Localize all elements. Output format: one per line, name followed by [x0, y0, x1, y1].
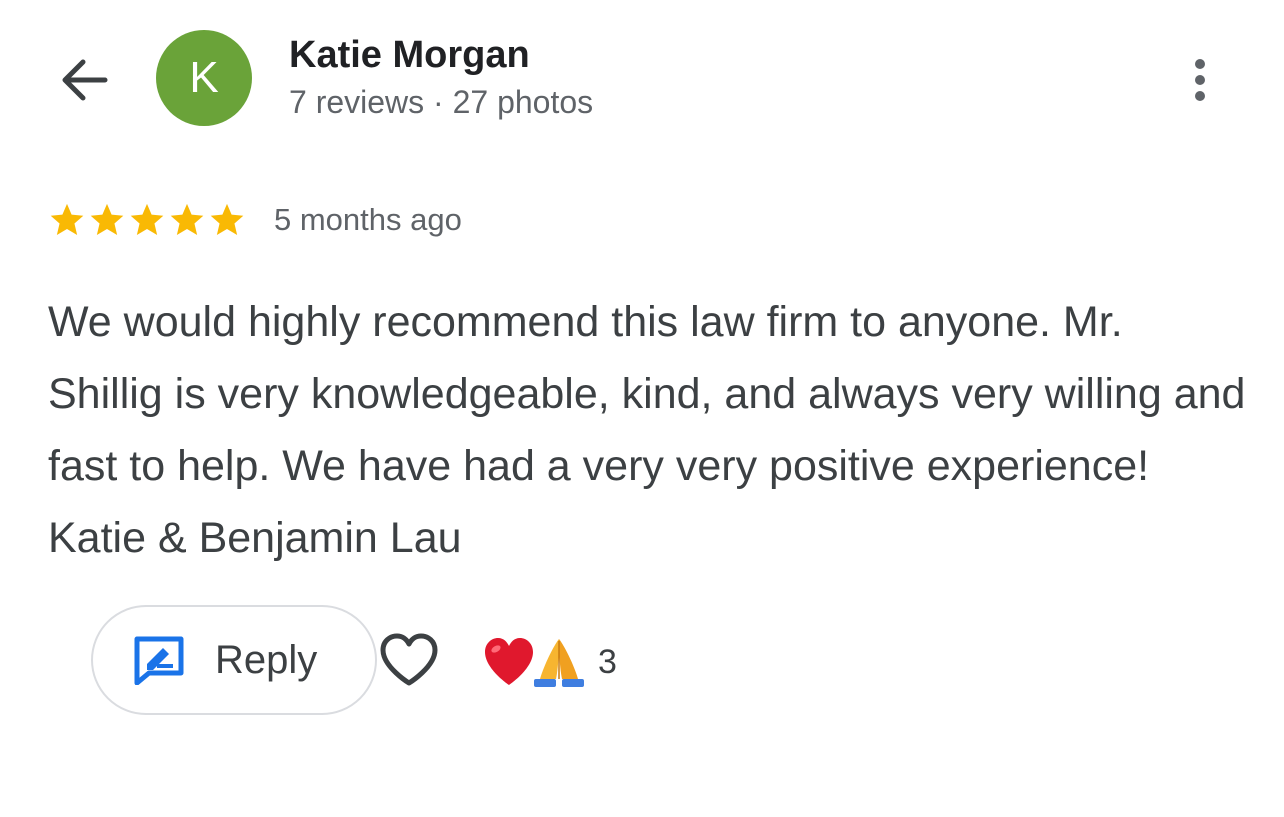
more-vert-icon-dot — [1195, 91, 1205, 101]
arrow-left-icon — [62, 59, 108, 101]
reply-edit-icon — [134, 636, 184, 685]
more-vert-icon-dot — [1195, 59, 1205, 69]
reply-label: Reply — [215, 637, 318, 682]
star-icon — [50, 203, 84, 236]
star-icon — [210, 203, 244, 236]
author-name[interactable]: Katie Morgan — [289, 34, 530, 77]
avatar-letter: K — [189, 53, 219, 102]
star-icon — [130, 203, 164, 236]
red-heart-icon — [485, 638, 533, 685]
reaction-count: 3 — [598, 642, 617, 681]
reactions-summary[interactable]: 3 — [482, 633, 617, 691]
avatar[interactable]: K — [156, 30, 252, 126]
like-button[interactable] — [378, 630, 440, 692]
rating-row: 5 months ago — [48, 198, 462, 242]
more-options-button[interactable] — [1176, 48, 1224, 112]
reply-button[interactable]: Reply — [91, 605, 377, 715]
folded-hands-icon — [534, 639, 584, 687]
review-date: 5 months ago — [274, 202, 462, 237]
star-rating — [48, 201, 246, 239]
heart-outline-icon — [380, 633, 438, 686]
review-text: We would highly recommend this law firm … — [48, 298, 1246, 562]
star-icon — [90, 203, 124, 236]
star-icon — [170, 203, 204, 236]
back-button[interactable] — [54, 52, 114, 108]
author-stats: 7 reviews · 27 photos — [289, 84, 594, 120]
more-vert-icon-dot — [1195, 75, 1205, 85]
